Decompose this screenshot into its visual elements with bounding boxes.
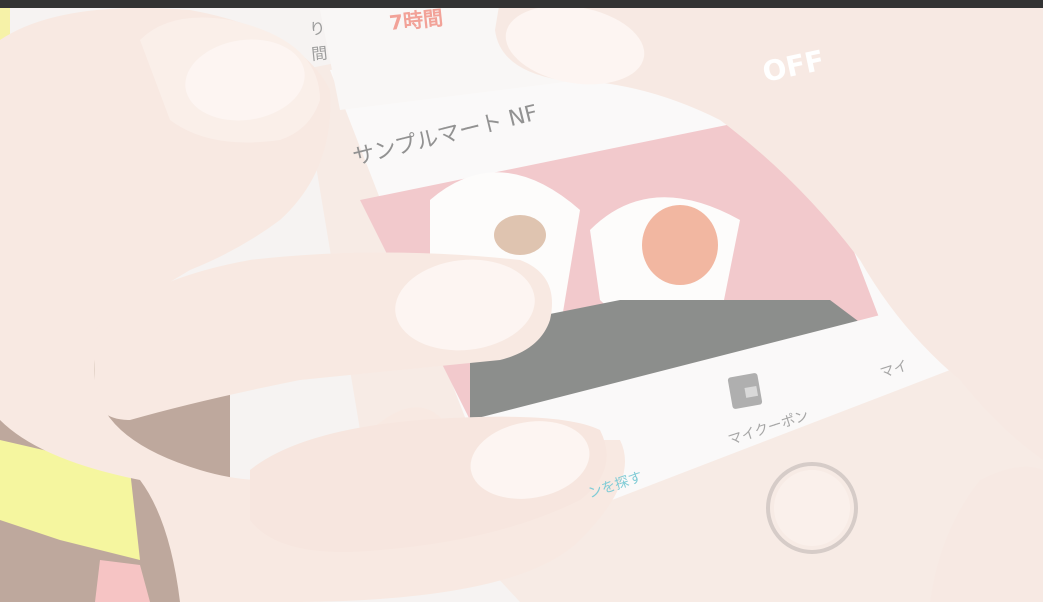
top-dark-bar [0, 0, 1043, 8]
wallet-icon [727, 373, 763, 409]
photo-scene: り 間 7時間 OFF サンプルマート NF マイクーポン ンを探す マイ [0, 0, 1043, 602]
svg-text:間: 間 [310, 43, 328, 64]
home-button[interactable] [766, 462, 858, 554]
top-left-text: り [308, 18, 326, 39]
